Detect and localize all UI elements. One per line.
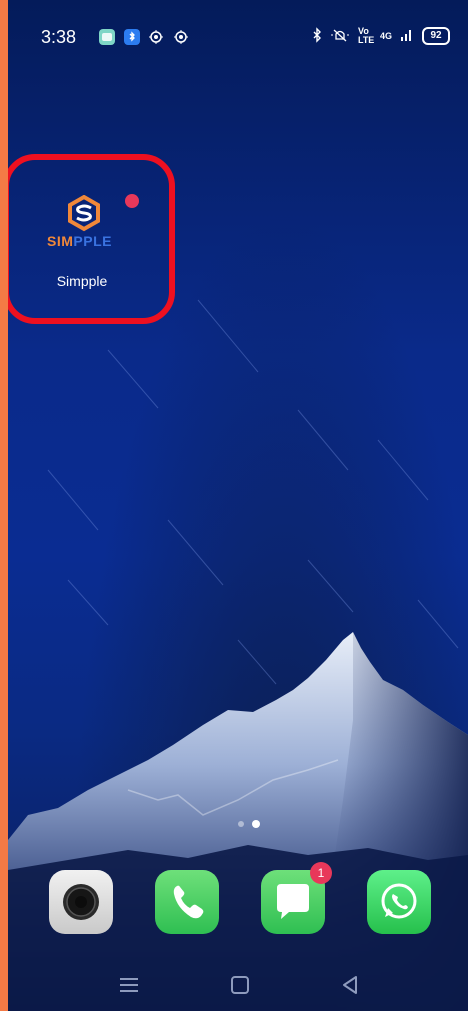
status-bar: 3:38 Vo LTE 4G 92 xyxy=(8,0,468,72)
location-icon xyxy=(148,29,164,45)
gallery-notification-icon xyxy=(99,29,115,45)
highlight-box xyxy=(8,154,175,324)
network-type: 4G xyxy=(379,31,392,41)
wallpaper xyxy=(8,299,468,1011)
silent-bell-icon xyxy=(330,27,350,46)
camera-icon xyxy=(63,884,99,920)
signal-icon xyxy=(400,28,414,45)
phone-app[interactable] xyxy=(155,870,219,934)
home-screen[interactable]: 3:38 Vo LTE 4G 92 SIMPPLE Simpple 1 xyxy=(8,0,468,1011)
battery-indicator: 92 xyxy=(422,27,450,45)
page-dot-active xyxy=(252,820,260,828)
bluetooth-icon xyxy=(312,26,322,46)
menu-icon[interactable] xyxy=(117,973,141,997)
navigation-bar xyxy=(8,955,468,1011)
page-indicator xyxy=(238,820,260,828)
whatsapp-icon xyxy=(381,883,417,919)
whatsapp-app[interactable] xyxy=(367,870,431,934)
home-icon[interactable] xyxy=(228,973,252,997)
page-dot xyxy=(238,821,244,827)
bluetooth-notification-icon xyxy=(124,29,140,45)
messages-badge: 1 xyxy=(310,862,332,884)
volte-label: Vo LTE xyxy=(357,26,375,45)
back-icon[interactable] xyxy=(338,973,362,997)
location-icon xyxy=(173,29,189,45)
phone-icon xyxy=(173,885,204,919)
camera-app[interactable] xyxy=(49,870,113,934)
clock: 3:38 xyxy=(41,27,77,47)
system-status-icons: Vo LTE 4G 92 xyxy=(312,26,450,46)
